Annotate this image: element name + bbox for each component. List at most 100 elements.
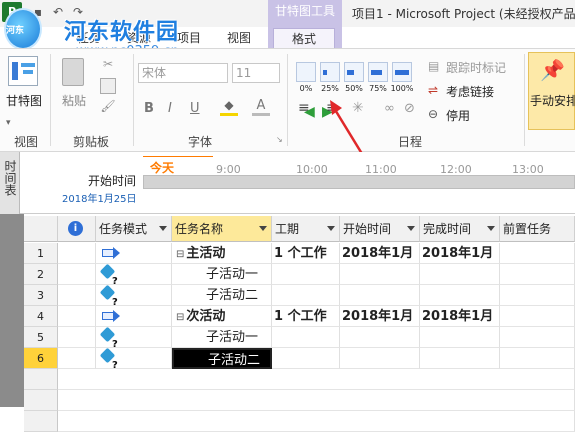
task-name-cell[interactable]: 子活动二 — [172, 285, 272, 306]
tab-view[interactable]: 视图 — [222, 28, 256, 48]
indicator-cell[interactable] — [58, 243, 96, 264]
italic-button[interactable]: I — [168, 101, 172, 116]
copy-icon[interactable] — [100, 78, 116, 94]
predecessors-cell[interactable] — [500, 348, 575, 369]
duration-cell[interactable]: 1 个工作 — [272, 243, 340, 264]
finish-cell[interactable] — [420, 264, 500, 285]
indicator-cell[interactable] — [58, 348, 96, 369]
duration-cell[interactable]: 1 个工作 — [272, 306, 340, 327]
finish-cell[interactable] — [420, 285, 500, 306]
row-number[interactable]: 1 — [24, 243, 58, 264]
task-mode-cell[interactable]: ? — [96, 264, 172, 285]
column-header-duration[interactable]: 工期 — [272, 216, 340, 242]
gantt-chart-button[interactable]: 甘特图 — [2, 92, 46, 109]
start-cell[interactable]: 2018年1月 — [340, 306, 420, 327]
start-cell[interactable]: 2018年1月 — [340, 243, 420, 264]
task-mode-cell[interactable]: ? — [96, 285, 172, 306]
task-name-cell[interactable]: 子活动一 — [172, 264, 272, 285]
paste-icon[interactable] — [62, 58, 84, 86]
column-header-predecessors[interactable]: 前置任务 — [500, 216, 575, 242]
task-mode-cell[interactable]: ? — [96, 348, 172, 369]
underline-button[interactable]: U — [190, 101, 200, 116]
unlink-tasks-icon[interactable]: ⊘ — [404, 101, 415, 116]
predecessors-cell[interactable] — [500, 306, 575, 327]
column-header-finish[interactable]: 完成时间 — [420, 216, 500, 242]
dropdown-arrow-icon[interactable] — [259, 226, 267, 231]
finish-cell[interactable]: 2018年1月 — [420, 243, 500, 264]
tab-format[interactable]: 格式 — [273, 28, 335, 48]
task-name-cell[interactable]: 子活动二 — [172, 348, 272, 369]
mark-on-track-button[interactable]: 跟踪时标记 — [446, 59, 506, 76]
row-number[interactable] — [24, 369, 58, 390]
task-mode-cell[interactable] — [96, 306, 172, 327]
percent-50-button[interactable] — [344, 62, 364, 82]
percent-0-button[interactable] — [296, 62, 316, 82]
bold-button[interactable]: B — [144, 101, 154, 116]
finish-cell[interactable] — [420, 348, 500, 369]
row-number[interactable]: 3 — [24, 285, 58, 306]
collapse-icon[interactable]: ⊟ — [176, 249, 184, 260]
predecessors-cell[interactable] — [500, 243, 575, 264]
start-cell[interactable] — [340, 327, 420, 348]
dialog-launcher-icon[interactable]: ↘ — [276, 135, 283, 144]
mark-on-track-icon[interactable]: ▤ — [428, 59, 439, 73]
empty-row[interactable] — [58, 369, 575, 390]
empty-row[interactable] — [58, 411, 575, 432]
cut-icon[interactable]: ✂ — [100, 57, 116, 73]
row-number[interactable]: 5 — [24, 327, 58, 348]
paste-button[interactable]: 粘贴 — [56, 92, 92, 109]
duration-cell[interactable] — [272, 327, 340, 348]
start-cell[interactable] — [340, 285, 420, 306]
row-number[interactable]: 2 — [24, 264, 58, 285]
predecessors-cell[interactable] — [500, 264, 575, 285]
percent-25-button[interactable] — [320, 62, 340, 82]
column-header-start[interactable]: 开始时间 — [340, 216, 420, 242]
outdent-icon[interactable]: ◀ — [304, 104, 315, 120]
predecessors-cell[interactable] — [500, 327, 575, 348]
select-all-corner[interactable] — [24, 216, 58, 242]
timeline-bar[interactable] — [143, 175, 575, 189]
column-header-task-name[interactable]: 任务名称 — [172, 216, 272, 242]
pushpin-icon[interactable]: 📌 — [540, 58, 565, 82]
font-size-select[interactable]: 11 — [232, 63, 280, 83]
duration-cell[interactable] — [272, 264, 340, 285]
indicator-cell[interactable] — [58, 285, 96, 306]
start-cell[interactable] — [340, 348, 420, 369]
empty-row[interactable] — [58, 390, 575, 411]
font-name-select[interactable]: 宋体 — [138, 63, 228, 83]
percent-75-button[interactable] — [368, 62, 388, 82]
task-name-cell[interactable]: ⊟ 次活动 — [172, 306, 272, 327]
inactivate-button[interactable]: 停用 — [446, 107, 470, 124]
dropdown-arrow-icon[interactable] — [159, 226, 167, 231]
finish-cell[interactable] — [420, 327, 500, 348]
font-color-icon[interactable]: A — [252, 98, 270, 116]
indicator-cell[interactable] — [58, 327, 96, 348]
indicator-column-header[interactable]: i — [58, 216, 96, 242]
manual-schedule-button[interactable]: 手动安排 — [530, 92, 575, 109]
gantt-chart-icon[interactable] — [8, 56, 38, 86]
dropdown-arrow-icon[interactable] — [487, 226, 495, 231]
duration-cell[interactable] — [272, 348, 340, 369]
start-cell[interactable] — [340, 264, 420, 285]
task-mode-cell[interactable]: ? — [96, 327, 172, 348]
row-number[interactable] — [24, 411, 58, 432]
collapse-icon[interactable]: ⊟ — [176, 312, 184, 323]
duration-cell[interactable] — [272, 285, 340, 306]
task-name-cell[interactable]: 子活动一 — [172, 327, 272, 348]
respect-links-button[interactable]: 考虑链接 — [446, 83, 494, 100]
predecessors-cell[interactable] — [500, 285, 575, 306]
dropdown-arrow-icon[interactable] — [327, 226, 335, 231]
fill-color-icon[interactable]: ◆ — [220, 98, 238, 116]
indicator-cell[interactable] — [58, 306, 96, 327]
row-number[interactable]: 4 — [24, 306, 58, 327]
indicator-cell[interactable] — [58, 264, 96, 285]
column-header-task-mode[interactable]: 任务模式 — [96, 216, 172, 242]
dropdown-arrow-icon[interactable]: ▾ — [6, 118, 11, 128]
dropdown-arrow-icon[interactable] — [407, 226, 415, 231]
row-number[interactable] — [24, 390, 58, 411]
finish-cell[interactable]: 2018年1月 — [420, 306, 500, 327]
row-number[interactable]: 6 — [24, 348, 58, 369]
format-painter-icon[interactable]: 🖌 — [100, 99, 116, 115]
inactivate-icon[interactable]: ⊖ — [428, 107, 438, 121]
respect-links-icon[interactable]: ⇌ — [428, 83, 438, 97]
